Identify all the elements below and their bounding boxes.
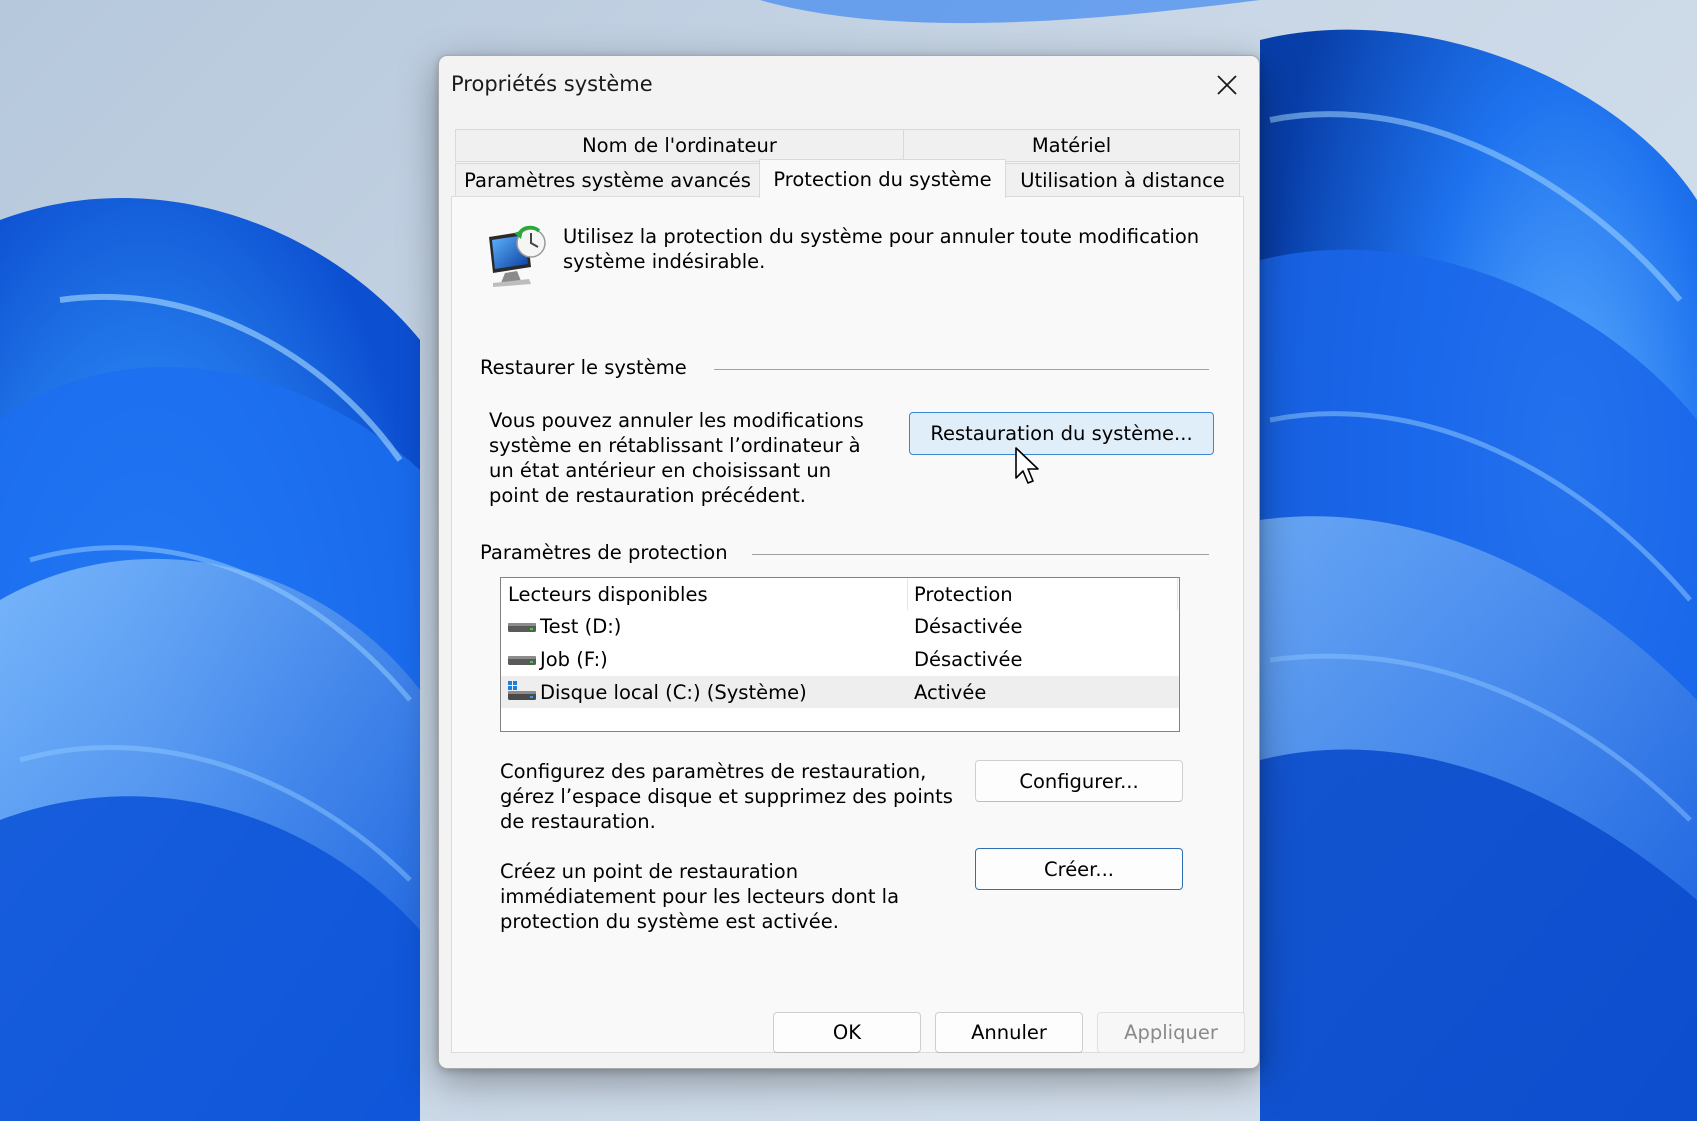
- tab-label: Nom de l'ordinateur: [582, 134, 777, 157]
- restore-description: Vous pouvez annuler les modifications sy…: [489, 409, 864, 507]
- restore-group-divider: [714, 369, 1209, 370]
- close-icon: [1217, 75, 1237, 95]
- tab-label: Matériel: [1031, 134, 1112, 157]
- list-item-drive-d[interactable]: Test (D:) Désactivée: [501, 610, 1179, 642]
- button-label: OK: [832, 1021, 862, 1044]
- tab-label: Utilisation à distance: [1020, 168, 1225, 192]
- drive-name: Disque local (C:) (Système): [540, 680, 807, 704]
- drive-icon: [508, 656, 536, 665]
- tab-label: Paramètres système avancés: [464, 168, 751, 192]
- restore-group-header: Restaurer le système: [480, 356, 687, 379]
- column-separator[interactable]: [907, 578, 908, 610]
- button-label: Annuler: [971, 1021, 1047, 1044]
- create-description: Créez un point de restauration immédiate…: [500, 860, 900, 933]
- drive-name: Job (F:): [540, 647, 608, 671]
- cancel-button[interactable]: Annuler: [935, 1012, 1083, 1053]
- drive-protection-status: Désactivée: [914, 647, 1023, 671]
- tab-hardware[interactable]: Matériel: [903, 129, 1240, 162]
- drive-protection-status: Désactivée: [914, 614, 1023, 638]
- intro-text: Utilisez la protection du système pour a…: [563, 225, 1200, 273]
- button-label: Restauration du système...: [930, 422, 1193, 445]
- dialog-title: Propriétés système: [451, 72, 653, 96]
- column-separator[interactable]: [1177, 578, 1178, 610]
- tab-system-protection[interactable]: Protection du système: [759, 159, 1006, 198]
- create-button[interactable]: Créer...: [975, 848, 1183, 890]
- tab-label: Protection du système: [773, 167, 992, 191]
- configure-description: Configurez des paramètres de restauratio…: [500, 760, 953, 833]
- system-protection-icon: [489, 225, 546, 287]
- apply-button[interactable]: Appliquer: [1097, 1012, 1245, 1053]
- button-label: Créer...: [1043, 857, 1115, 881]
- mouse-cursor-icon: [1015, 447, 1039, 484]
- drive-protection-status: Activée: [914, 680, 987, 704]
- desktop: Propriétés système Nom de l'ordinateur M…: [0, 0, 1697, 1121]
- tab-advanced-system-settings[interactable]: Paramètres système avancés: [455, 163, 760, 197]
- tab-remote[interactable]: Utilisation à distance: [1005, 163, 1240, 197]
- ok-button[interactable]: OK: [773, 1012, 921, 1053]
- list-item-drive-f[interactable]: Job (F:) Désactivée: [501, 643, 1179, 675]
- tab-computer-name[interactable]: Nom de l'ordinateur: [455, 129, 904, 162]
- column-header-protection[interactable]: Protection: [914, 578, 1154, 610]
- column-header-drives[interactable]: Lecteurs disponibles: [508, 578, 878, 610]
- drive-icon: [508, 623, 536, 632]
- system-restore-button[interactable]: Restauration du système...: [909, 412, 1214, 455]
- system-drive-icon: [508, 681, 536, 700]
- button-label: Appliquer: [1124, 1021, 1218, 1044]
- protection-group-header: Paramètres de protection: [480, 541, 728, 564]
- list-header: Lecteurs disponibles Protection: [501, 578, 1179, 610]
- drive-name: Test (D:): [540, 614, 622, 638]
- button-label: Configurer...: [1019, 769, 1139, 793]
- configure-button[interactable]: Configurer...: [975, 760, 1183, 802]
- drives-list[interactable]: Lecteurs disponibles Protection Test (D:…: [500, 577, 1180, 732]
- close-button[interactable]: [1195, 56, 1259, 114]
- list-item-drive-c[interactable]: Disque local (C:) (Système) Activée: [501, 676, 1179, 708]
- protection-group-divider: [752, 554, 1209, 555]
- title-bar[interactable]: Propriétés système: [439, 56, 1259, 114]
